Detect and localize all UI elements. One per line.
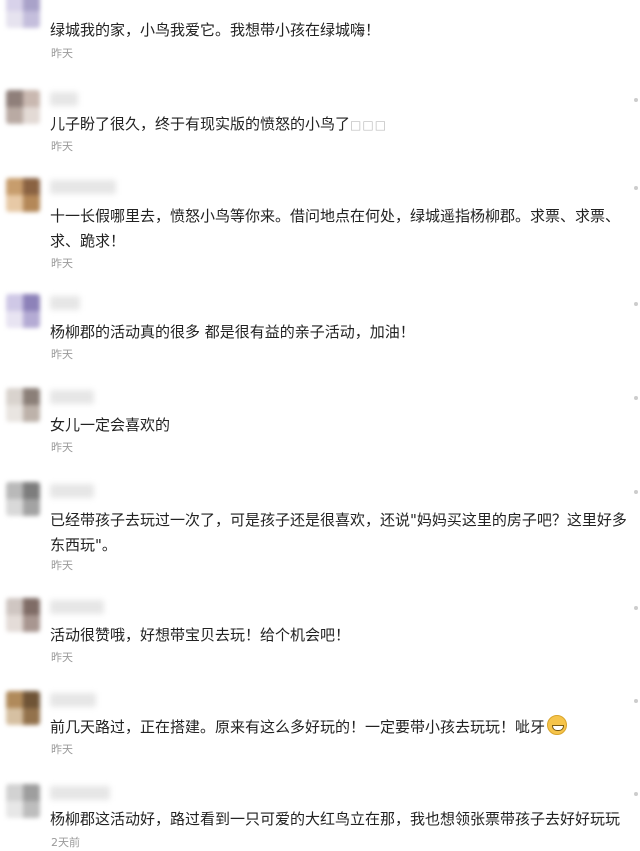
nickname-blurred (50, 180, 116, 194)
avatar-tile (6, 691, 23, 708)
comment-time: 昨天 (51, 441, 73, 454)
more-dot[interactable] (634, 699, 638, 703)
avatar-tile (23, 195, 40, 212)
avatar-tile (6, 195, 23, 212)
comment-text: 已经带孩子去玩过一次了，可是孩子还是很喜欢，还说"妈妈买这里的房子吧？这里好多东… (50, 511, 627, 554)
avatar-tile (23, 482, 40, 499)
grin-emoji-icon (547, 715, 568, 735)
avatar-tile (23, 178, 40, 195)
avatar-tile (23, 691, 40, 708)
avatar-tile (23, 311, 40, 328)
more-dot[interactable] (634, 606, 638, 610)
avatar-tile (23, 708, 40, 725)
more-dot[interactable] (634, 792, 638, 796)
avatar-tile (23, 784, 40, 801)
avatar-tile (6, 294, 23, 311)
nickname-blurred (50, 390, 94, 404)
nickname-blurred (50, 786, 110, 800)
comment-text: 女儿一定会喜欢的 (50, 416, 171, 434)
nickname-blurred (50, 484, 94, 498)
avatar-tile (6, 784, 23, 801)
avatar-tile (23, 294, 40, 311)
comment-text: 杨柳郡的活动真的很多 都是很有益的亲子活动，加油！ (50, 323, 415, 341)
avatar-tile (6, 178, 23, 195)
avatar-tile (23, 11, 40, 28)
avatar-tile (6, 499, 23, 516)
avatar[interactable] (6, 482, 40, 516)
comment-text: 绿城我的家，小鸟我爱它。我想带小孩在绿城嗨！ (50, 21, 381, 39)
comment-time: 昨天 (51, 47, 73, 60)
nickname-blurred (50, 92, 78, 106)
more-dot[interactable] (634, 396, 638, 400)
avatar[interactable] (6, 598, 40, 632)
comment-time: 昨天 (51, 348, 73, 361)
comment-text: 杨柳郡这活动好，路过看到一只可爱的大红鸟立在那，我也想领张票带孩子去好好玩玩 (50, 810, 621, 828)
more-dot[interactable] (634, 98, 638, 102)
avatar[interactable] (6, 691, 40, 725)
avatar-tile (23, 0, 40, 11)
avatar-tile (6, 11, 23, 28)
comment-time: 昨天 (51, 257, 73, 270)
avatar[interactable] (6, 294, 40, 328)
avatar-tile (23, 499, 40, 516)
avatar-tile (6, 405, 23, 422)
avatar-tile (6, 615, 23, 632)
comment-time: 昨天 (51, 559, 73, 572)
comment-text: 儿子盼了很久，终于有现实版的愤怒的小鸟了□□□ (50, 115, 388, 133)
avatar-tile (23, 801, 40, 818)
comment-time: 昨天 (51, 140, 73, 153)
nickname-blurred (50, 693, 96, 707)
missing-glyph-boxes: □□□ (350, 118, 388, 132)
more-dot[interactable] (634, 302, 638, 306)
avatar-tile (6, 0, 23, 11)
avatar-tile (6, 482, 23, 499)
comment-text: 活动很赞哦，好想带宝贝去玩！给个机会吧！ (50, 626, 351, 644)
avatar-tile (23, 615, 40, 632)
avatar[interactable] (6, 388, 40, 422)
avatar-tile (6, 708, 23, 725)
avatar-tile (23, 405, 40, 422)
comment-time: 昨天 (51, 651, 73, 664)
avatar-tile (23, 388, 40, 405)
comment-feed: 绿城我的家，小鸟我爱它。我想带小孩在绿城嗨！ 昨天 儿子盼了很久，终于有现实版的… (0, 0, 640, 851)
avatar[interactable] (6, 0, 40, 28)
nickname-blurred (50, 296, 80, 310)
avatar[interactable] (6, 90, 40, 124)
avatar-tile (23, 107, 40, 124)
avatar-tile (6, 90, 23, 107)
avatar-tile (23, 598, 40, 615)
more-dot[interactable] (634, 490, 638, 494)
nickname-blurred (50, 600, 104, 614)
avatar-tile (23, 90, 40, 107)
avatar[interactable] (6, 784, 40, 818)
avatar-tile (6, 107, 23, 124)
avatar-tile (6, 598, 23, 615)
more-dot[interactable] (634, 186, 638, 190)
avatar-tile (6, 388, 23, 405)
avatar[interactable] (6, 178, 40, 212)
avatar-tile (6, 801, 23, 818)
comment-text: 十一长假哪里去，愤怒小鸟等你来。借问地点在何处，绿城遥指杨柳郡。求票、求票、求、… (50, 207, 621, 250)
avatar-tile (6, 311, 23, 328)
comment-time: 昨天 (51, 743, 73, 756)
comment-time: 2天前 (51, 836, 80, 849)
comment-text: 前几天路过，正在搭建。原来有这么多好玩的！一定要带小孩去玩玩！呲牙 (50, 715, 640, 740)
